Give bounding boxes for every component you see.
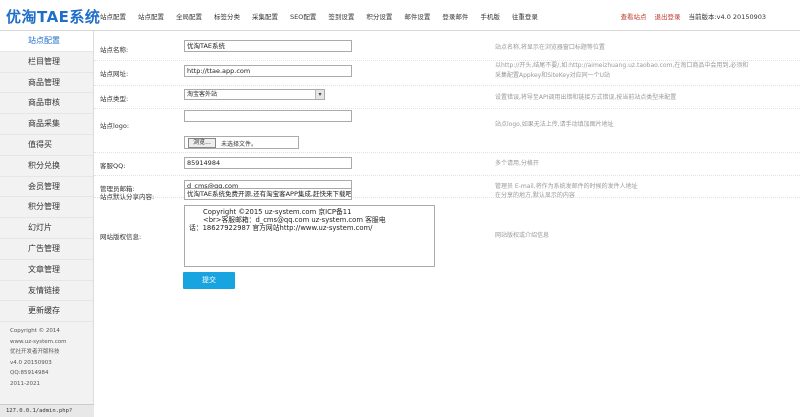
sidebar-footer: Copyright © 2014 www.uz-system.com 优社开发者… xyxy=(0,322,93,389)
logout-link[interactable]: 退出登录 xyxy=(654,11,680,21)
qq-hint: 多个请用,分格开 xyxy=(495,160,539,167)
sidebar-item-worth-buying[interactable]: 值得买 xyxy=(0,135,93,156)
site-type-selected: 淘宝客外站 xyxy=(187,91,218,98)
browser-status-bar: 127.0.0.1/admin.php? xyxy=(0,404,94,417)
sidebar: 站点配置 栏目管理 商品管理 商品审核 商品采集 值得买 积分兑换 会员管理 积… xyxy=(0,31,94,417)
share-label: 站点默认分享内容: xyxy=(100,193,155,201)
footer-developer: 优社开发者开版科技 xyxy=(10,349,60,356)
site-type-select[interactable]: 淘宝客外站 ▾ xyxy=(184,89,325,100)
footer-website: www.uz-system.com xyxy=(10,338,67,345)
copyright-text-line2: <br>客服邮箱：d_cms@qq.com uz-system.com 客服电 xyxy=(203,216,386,224)
form-row-site-url: 站点网址: http://ttae.app.com 以http://开头,结尾不… xyxy=(94,61,800,86)
topnav-item-site-config-2[interactable]: 站点配置 xyxy=(132,11,170,21)
footer-years: 2011-2021 xyxy=(10,380,40,387)
site-logo-label: 站点logo: xyxy=(100,122,130,130)
site-url-input[interactable]: http://ttae.app.com xyxy=(184,65,352,77)
footer-copyright: Copyright © 2014 xyxy=(10,328,60,335)
sidebar-item-ad-manage[interactable]: 广告管理 xyxy=(0,239,93,260)
topnav-item-points-settings[interactable]: 积分设置 xyxy=(360,11,398,21)
footer-qq: QQ:85914984 xyxy=(10,370,49,377)
copyright-label: 网站版权信息: xyxy=(100,233,142,241)
topnav-item-mail-settings[interactable]: 邮件设置 xyxy=(398,11,436,21)
footer-version: v4.0 20150903 xyxy=(10,359,52,366)
form-row-share: 站点默认分享内容: 优淘TAE系统免费开源,还有淘宝客APP集成,赶快来下载吧!… xyxy=(94,185,800,205)
site-logo-hint: 站点logo,如果无法上传,请手动填加图片地址 xyxy=(495,121,614,128)
topnav-item-relogin[interactable]: 往重登录 xyxy=(506,11,544,21)
sidebar-item-goods-review[interactable]: 商品审核 xyxy=(0,93,93,115)
qq-input[interactable]: 85914984 xyxy=(184,157,352,169)
topnav-item-seo-config[interactable]: SEO配置 xyxy=(284,11,322,21)
settings-form: 站点名称: 优淘TAE系统 站点名称,将显示在浏览器窗口标题等位置 站点网址: … xyxy=(94,31,800,417)
topnav-item-signin-settings[interactable]: 签到设置 xyxy=(322,11,360,21)
chevron-down-icon[interactable]: ▾ xyxy=(315,90,324,99)
sidebar-item-column-manage[interactable]: 栏目管理 xyxy=(0,52,93,73)
share-hint: 在分享的地方,默认显示的内容 xyxy=(495,192,575,199)
top-bar: 优淘TAE系统 站点配置 站点配置 全局配置 标签分类 采集配置 SEO配置 签… xyxy=(0,0,800,31)
sidebar-item-update-cache[interactable]: 更新缓存 xyxy=(0,301,93,323)
submit-button[interactable]: 提交 xyxy=(183,272,235,289)
topnav-item-collect-config[interactable]: 采集配置 xyxy=(246,11,284,21)
version-text: 当前版本:v4.0 20150903 xyxy=(688,13,766,21)
view-site-link[interactable]: 查看站点 xyxy=(620,11,646,21)
copyright-textarea[interactable]: Copyright ©2015 uz-system.com 京ICP备11 <b… xyxy=(184,205,435,267)
sidebar-item-friend-links[interactable]: 友情链接 xyxy=(0,281,93,302)
sidebar-item-slideshow[interactable]: 幻灯片 xyxy=(0,218,93,239)
form-row-qq: 客服QQ: 85914984 多个请用,分格开 xyxy=(94,153,800,176)
sidebar-item-site-config[interactable]: 站点配置 xyxy=(0,31,93,52)
site-url-hint-line2: 采集配置Appkey和SiteKey对应同一个U站 xyxy=(495,72,611,79)
topnav-item-login-mail[interactable]: 登录邮件 xyxy=(436,11,474,21)
app-logo[interactable]: 优淘TAE系统 xyxy=(6,6,100,27)
sidebar-item-points-exchange[interactable]: 积分兑换 xyxy=(0,156,93,177)
top-right-links: 查看站点 退出登录 当前版本:v4.0 20150903 xyxy=(620,11,766,21)
form-row-site-type: 站点类型: 淘宝客外站 ▾ 设置错误,将导至API调用出错和链接方式错误,按当前… xyxy=(94,86,800,109)
sidebar-item-member-manage[interactable]: 会员管理 xyxy=(0,177,93,198)
site-type-label: 站点类型: xyxy=(100,95,129,103)
copyright-text-line3: 话：18627922987 官方网站http://www.uz-system.c… xyxy=(189,224,373,232)
sidebar-item-goods-manage[interactable]: 商品管理 xyxy=(0,73,93,94)
browse-button[interactable]: 浏览... xyxy=(188,138,216,148)
site-name-input[interactable]: 优淘TAE系统 xyxy=(184,40,352,52)
site-logo-url-input[interactable] xyxy=(184,110,352,122)
copyright-hint: 网站版权或介绍信息 xyxy=(495,232,550,239)
site-url-hint-line1: 以http://开头,结尾不要/,如:http://aimeizhuang.uz… xyxy=(495,62,749,69)
site-url-label: 站点网址: xyxy=(100,70,129,78)
file-status-text: 未选择文件。 xyxy=(221,141,258,148)
qq-label: 客服QQ: xyxy=(100,162,126,170)
site-type-hint: 设置错误,将导至API调用出错和链接方式错误,按当前站点类型来配置 xyxy=(495,94,677,101)
copyright-text-line1: Copyright ©2015 uz-system.com 京ICP备11 xyxy=(203,208,352,216)
topnav-item-global-config[interactable]: 全局配置 xyxy=(170,11,208,21)
sidebar-item-article-manage[interactable]: 文章管理 xyxy=(0,260,93,281)
topnav-item-mobile[interactable]: 手机版 xyxy=(474,11,506,21)
site-name-hint: 站点名称,将显示在浏览器窗口标题等位置 xyxy=(495,44,605,51)
form-row-site-name: 站点名称: 优淘TAE系统 站点名称,将显示在浏览器窗口标题等位置 xyxy=(94,31,800,61)
topnav-item-site-config-1[interactable]: 站点配置 xyxy=(100,11,132,21)
sidebar-item-points-manage[interactable]: 积分管理 xyxy=(0,197,93,219)
site-name-label: 站点名称: xyxy=(100,46,129,54)
topnav-item-tag-category[interactable]: 标签分类 xyxy=(208,11,246,21)
site-logo-file-input[interactable]: 浏览... 未选择文件。 xyxy=(184,136,299,149)
share-input[interactable]: 优淘TAE系统免费开源,还有淘宝客APP集成,赶快来下载吧! xyxy=(184,188,352,200)
top-nav: 站点配置 站点配置 全局配置 标签分类 采集配置 SEO配置 签到设置 积分设置… xyxy=(100,11,544,21)
sidebar-item-goods-collect[interactable]: 商品采集 xyxy=(0,114,93,135)
